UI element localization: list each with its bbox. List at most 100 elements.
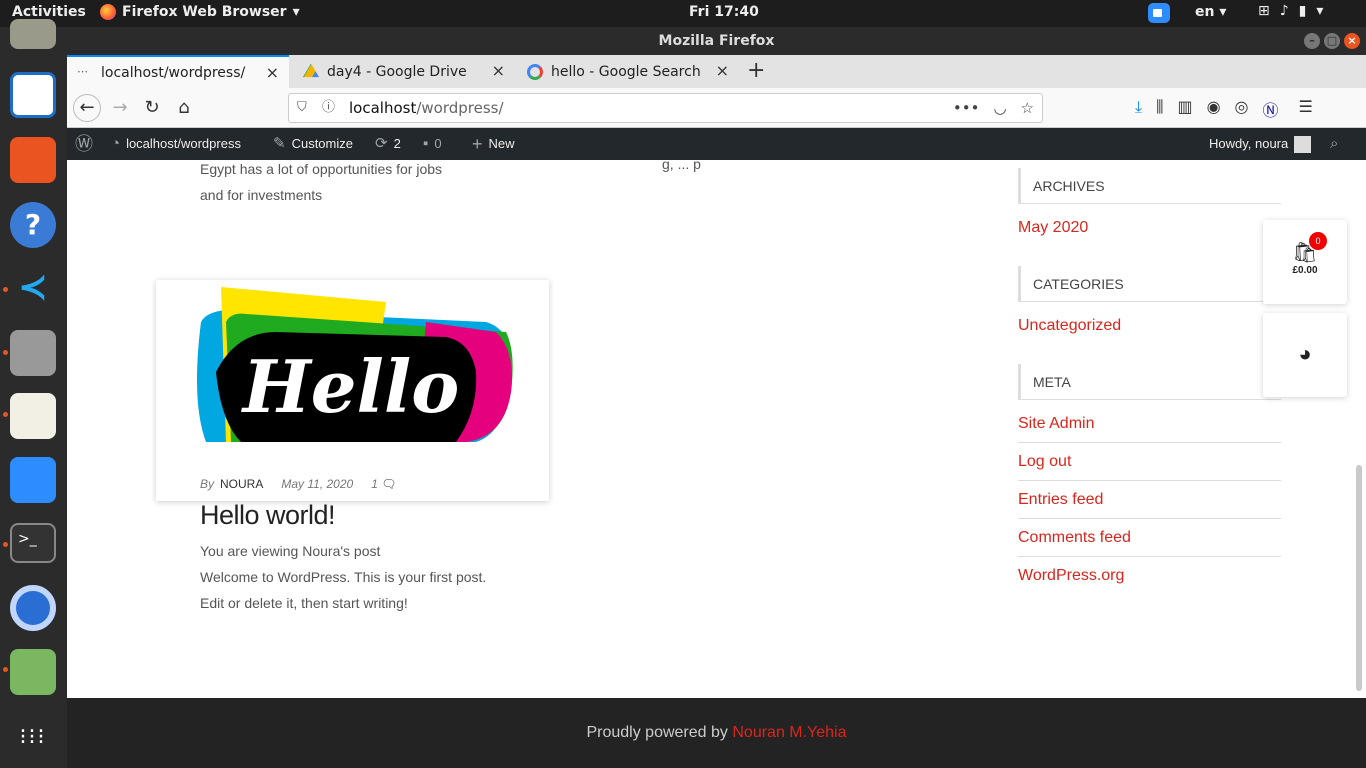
meta-link-site-admin[interactable]: Site Admin [1018,405,1281,443]
site-info-icon[interactable]: ⓘ [322,94,335,122]
categories-link[interactable]: Uncategorized [1018,317,1121,335]
wp-new-link[interactable]: + New [472,128,515,160]
wp-account-menu[interactable]: Howdy, noura [1209,128,1312,160]
post-thumbnail-card[interactable]: Hello [156,280,549,501]
post-meta: By NOURA May 11, 2020 1 🗨 [200,477,396,491]
text-editor-icon[interactable] [10,393,56,439]
reload-button[interactable]: ↻ [139,95,165,121]
back-button[interactable]: ← [73,94,101,122]
library-icon[interactable]: ⫼ [1156,97,1163,121]
tab-localhost[interactable]: ⋯ localhost/wordpress/ × [67,55,289,88]
extension-n-icon[interactable]: Ⓝ [1263,97,1279,121]
excerpt-line: You are viewing Noura's post [200,543,381,559]
account-icon[interactable]: ◉ [1207,97,1221,121]
google-drive-icon [303,63,319,78]
post-author-link[interactable]: NOURA [220,477,263,491]
url-text: localhost/wordpress/ [349,94,504,122]
close-tab-icon[interactable]: × [266,63,279,82]
hello-image[interactable]: Hello [186,282,516,442]
footer-credit-link[interactable]: Nouran M.Yehia [732,724,846,741]
sidebar-icon[interactable]: ▥ [1177,97,1192,121]
wp-howdy-label: Howdy, noura [1209,136,1289,151]
user-circle-icon: ◕ [1298,341,1312,366]
running-indicator [3,412,8,417]
zoom-app-icon[interactable] [10,457,56,503]
comment-icon: ▪ [423,135,429,152]
tracking-shield-icon[interactable]: ⛉ [297,94,307,122]
system-tray[interactable]: ⊞ ♪ ▮ ▾ [1258,3,1323,19]
gnome-top-bar: Activities Firefox Web Browser ▾ Fri 17:… [0,0,1366,27]
wp-comments-link[interactable]: ▪ 0 [423,128,442,160]
post-date[interactable]: May 11, 2020 [281,477,353,491]
language-indicator[interactable]: en ▾ [1195,4,1226,20]
tab-google-drive[interactable]: day4 - Google Drive × [293,55,515,88]
url-bar[interactable]: ⛉ ⓘ localhost/wordpress/ ••• ◡ ☆ [288,93,1043,123]
app-menu[interactable]: Firefox Web Browser ▾ [100,4,300,20]
plus-icon: + [472,134,483,154]
post-comments-link[interactable]: 1 🗨 [371,477,396,491]
clock[interactable]: Fri 17:40 [689,4,759,20]
forward-button[interactable]: → [107,95,133,121]
meta-link-entries-feed[interactable]: Entries feed [1018,481,1281,519]
bookmark-star-icon[interactable]: ☆ [1021,94,1034,122]
wordpress-logo-icon[interactable]: Ⓦ [75,128,93,160]
categories-widget-title: CATEGORIES [1018,266,1281,302]
close-window-button[interactable]: × [1344,33,1360,49]
tab-google-search[interactable]: hello - Google Search × [517,55,739,88]
pocket-icon[interactable]: ◡ [993,94,1006,122]
speaker-app-icon[interactable] [10,19,56,49]
menu-icon[interactable]: ☰ [1299,97,1313,121]
excerpt-line: Welcome to WordPress. This is your first… [200,569,487,611]
hello-image-text: Hello [241,344,460,429]
maximize-button[interactable]: □ [1324,33,1340,49]
wp-updates-link[interactable]: ⟳ 2 [375,128,401,160]
page-actions-icon[interactable]: ••• [953,94,980,122]
comments-icon: 🗨 [381,477,397,491]
image-search-icon[interactable] [10,649,56,695]
wp-search-icon[interactable]: ⌕ [1330,128,1338,160]
cart-button[interactable]: 🛍 0 £0.00 [1263,220,1347,304]
scanner-icon[interactable] [10,330,56,376]
page-scrollbar[interactable] [1356,465,1362,691]
show-apps-icon[interactable]: ⁝⁝⁝ [10,715,56,761]
updates-icon: ⟳ [375,135,388,152]
terminal-icon[interactable]: >_ [10,523,56,563]
close-tab-icon[interactable]: × [716,61,729,80]
software-center-icon[interactable] [10,137,56,183]
meta-widget-title: META [1018,364,1281,400]
minimize-button[interactable]: – [1304,33,1320,49]
meta-link-wordpress-org[interactable]: WordPress.org [1018,557,1281,595]
meta-link-comments-feed[interactable]: Comments feed [1018,519,1281,557]
cart-total: £0.00 [1292,265,1318,276]
home-button[interactable]: ⌂ [171,95,197,121]
cart-count-badge: 0 [1309,232,1327,250]
wp-customize-link[interactable]: ✎ Customize [273,128,353,160]
tab-label: hello - Google Search [551,63,701,80]
archives-link[interactable]: May 2020 [1018,219,1088,237]
close-tab-icon[interactable]: × [492,61,505,80]
wp-admin-bar: Ⓦ ◔ localhost/wordpress ✎ Customize ⟳ 2 … [67,128,1366,160]
document-viewer-icon[interactable] [10,72,56,118]
vscode-icon[interactable]: ≺ [10,265,56,311]
zoom-tray-icon[interactable] [1148,3,1170,23]
wp-site-link[interactable]: ◔ localhost/wordpress [111,128,241,160]
running-indicator [3,542,8,547]
dock: ? ≺ >_ ⁝⁝⁝ [0,19,67,768]
site-footer: Proudly powered by Nouran M.Yehia [67,698,1366,768]
post-title[interactable]: Hello world! [200,500,336,531]
dashboard-icon: ◔ [111,135,121,152]
post-comments-count: 1 [371,477,378,491]
tab-label: localhost/wordpress/ [101,64,246,81]
chevron-down-icon: ▾ [292,4,300,20]
window-titlebar[interactable]: Mozilla Firefox – □ × [67,27,1366,55]
activities-button[interactable]: Activities [12,4,86,20]
chromium-icon[interactable] [10,585,56,631]
wp-comments-count: 0 [434,136,442,151]
meta-link-log-out[interactable]: Log out [1018,443,1281,481]
account-float-button[interactable]: ◕ [1263,313,1347,397]
post-by-label: By [200,477,215,491]
extension-icon[interactable]: ◎ [1235,97,1249,121]
help-icon[interactable]: ? [10,202,56,248]
downloads-icon[interactable]: ⤓ [1135,97,1142,121]
new-tab-button[interactable]: + [747,58,765,83]
